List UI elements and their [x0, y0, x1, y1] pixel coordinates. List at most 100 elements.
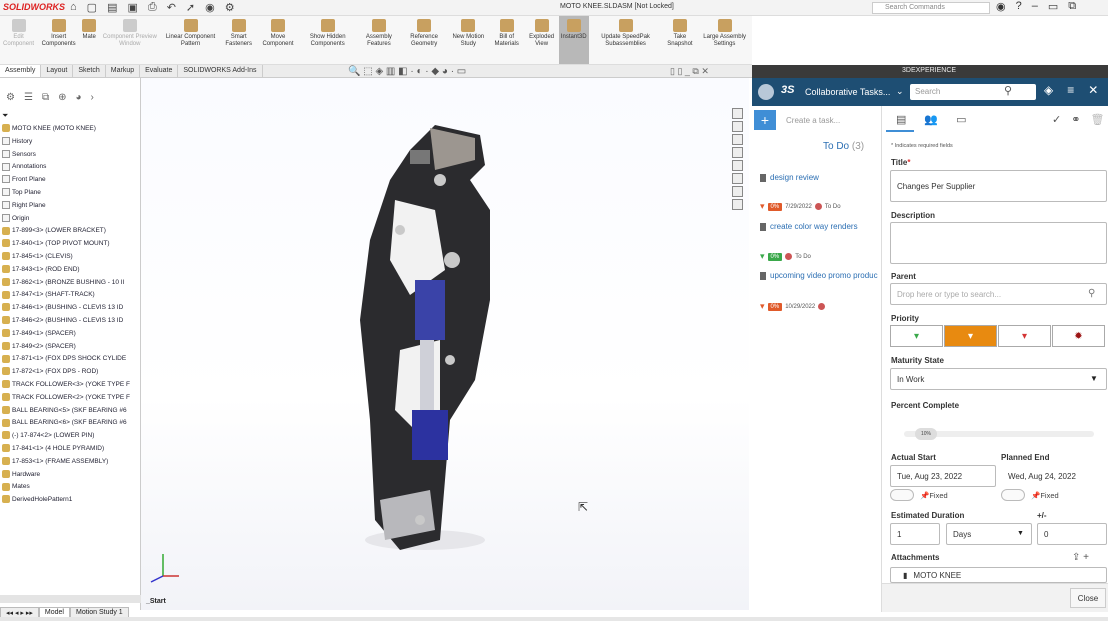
- tab-evaluate[interactable]: Evaluate: [140, 65, 179, 77]
- save-icon[interactable]: ▣: [127, 1, 137, 14]
- tree-component[interactable]: 17-845<1> (CLEVIS): [2, 251, 140, 264]
- priority-medium-button[interactable]: ▾: [944, 325, 997, 347]
- open-file-icon[interactable]: ▤: [107, 1, 117, 14]
- tree-component[interactable]: 17-862<1> (BRONZE BUSHING - 10 II: [2, 277, 140, 290]
- tree-component[interactable]: 17-849<1> (SPACER): [2, 328, 140, 341]
- tree-plane[interactable]: Front Plane: [2, 174, 140, 187]
- tree-component[interactable]: (-) 17-874<2> (LOWER PIN): [2, 430, 140, 443]
- ribbon-button-move-component[interactable]: Move Component: [258, 16, 298, 64]
- close-button[interactable]: Close: [1070, 588, 1106, 608]
- display-manager-icon[interactable]: ◕: [75, 92, 81, 108]
- parent-search-icon[interactable]: ⚲: [1088, 288, 1095, 299]
- ribbon-button-assembly-features[interactable]: Assembly Features: [357, 16, 401, 64]
- todo-column-header[interactable]: To Do (3): [823, 141, 864, 152]
- actual-start-field[interactable]: Tue, Aug 23, 2022: [890, 465, 996, 487]
- ribbon-button-mate[interactable]: Mate: [80, 16, 98, 64]
- tree-component[interactable]: 17-847<1> (SHAFT-TRACK): [2, 289, 140, 302]
- menu-icon[interactable]: ≡: [1067, 83, 1074, 97]
- ribbon-button-take-snapshot[interactable]: Take Snapshot: [663, 16, 698, 64]
- tree-component[interactable]: 17-840<1> (TOP PIVOT MOUNT): [2, 238, 140, 251]
- filter-icon[interactable]: ⏷: [2, 111, 8, 121]
- restore-icon[interactable]: ▭: [1048, 0, 1058, 13]
- file-explorer-icon[interactable]: [732, 160, 743, 171]
- property-manager-icon[interactable]: ☰: [24, 92, 33, 108]
- chevron-down-icon[interactable]: ▼: [1090, 374, 1098, 383]
- ribbon-button-large-assembly-settings[interactable]: Large Assembly Settings: [697, 16, 752, 64]
- tree-component[interactable]: 17-899<3> (LOWER BRACKET): [2, 225, 140, 238]
- tree-component[interactable]: 17-872<1> (FOX DPS - ROD): [2, 366, 140, 379]
- duration-input[interactable]: 1: [890, 523, 940, 545]
- ribbon-button-edit-component[interactable]: Edit Component: [0, 16, 37, 64]
- tree-plane[interactable]: Right Plane: [2, 200, 140, 213]
- plusminus-input[interactable]: 0: [1037, 523, 1107, 545]
- tree-component[interactable]: BALL BEARING<5> (SKF BEARING #6: [2, 405, 140, 418]
- tab-markup[interactable]: Markup: [106, 65, 141, 77]
- avatar[interactable]: [785, 253, 793, 260]
- minimize-icon[interactable]: –: [1032, 0, 1038, 13]
- tree-plane[interactable]: Origin: [2, 213, 140, 226]
- custom-properties-icon[interactable]: [732, 199, 743, 210]
- moto-knee-model[interactable]: [340, 120, 500, 555]
- check-icon[interactable]: ✓: [1052, 113, 1061, 126]
- tree-component[interactable]: 17-846<1> (BUSHING - CLEVIS 13 ID: [2, 302, 140, 315]
- appearances-icon[interactable]: [732, 186, 743, 197]
- tree-component[interactable]: 17-841<1> (4 HOLE PYRAMID): [2, 443, 140, 456]
- tab-assembly[interactable]: Assembly: [0, 65, 42, 77]
- planned-end-field[interactable]: Wed, Aug 24, 2022: [1001, 465, 1107, 487]
- help-icon[interactable]: ?: [1016, 0, 1022, 13]
- expand-arrow-icon[interactable]: ›: [91, 92, 94, 108]
- resources-tab-icon[interactable]: [732, 134, 743, 145]
- select-icon[interactable]: ➚: [186, 1, 195, 14]
- tree-component[interactable]: 17-846<2> (BUSHING - CLEVIS 13 ID: [2, 315, 140, 328]
- tree-component[interactable]: 17-871<1> (FOX DPS SHOCK CYLIDE: [2, 353, 140, 366]
- compass-icon[interactable]: [758, 84, 774, 100]
- print-icon[interactable]: ⎙: [148, 1, 157, 14]
- chevron-down-icon[interactable]: ⌄: [896, 86, 904, 97]
- solidworks-logo[interactable]: SOLIDWORKS: [3, 2, 65, 12]
- add-task-button[interactable]: +: [754, 110, 776, 130]
- properties-tab-icon[interactable]: ▤: [896, 113, 906, 126]
- tree-folder[interactable]: History: [2, 136, 140, 149]
- actual-start-fixed-toggle[interactable]: [890, 489, 914, 501]
- discussion-tab-icon[interactable]: ▭: [956, 113, 966, 126]
- avatar[interactable]: [818, 303, 826, 310]
- viewport-window-controls[interactable]: ▯ ▯ _ ⧉ ✕: [670, 66, 709, 77]
- search-icon[interactable]: ⚲: [1004, 84, 1012, 97]
- planned-end-fixed-toggle[interactable]: [1001, 489, 1025, 501]
- title-field[interactable]: Changes Per Supplier: [890, 170, 1107, 202]
- home-icon[interactable]: ⌂: [70, 1, 77, 14]
- add-icon[interactable]: +: [1083, 552, 1089, 563]
- rebuild-icon[interactable]: ◉: [205, 1, 215, 14]
- tree-scrollbar[interactable]: [0, 595, 141, 603]
- ribbon-button-smart-fasteners[interactable]: Smart Fasteners: [220, 16, 258, 64]
- new-file-icon[interactable]: ▢: [87, 1, 97, 14]
- dimxpert-icon[interactable]: ⊕: [58, 92, 66, 108]
- task-card[interactable]: create color way renders: [760, 222, 882, 231]
- tree-component[interactable]: Mates: [2, 481, 140, 494]
- tree-plane[interactable]: Top Plane: [2, 187, 140, 200]
- ribbon-button-insert-components[interactable]: Insert Components: [37, 16, 80, 64]
- priority-high-button[interactable]: ▾: [998, 325, 1051, 347]
- tree-component[interactable]: TRACK FOLLOWER<3> (YOKE TYPE F: [2, 379, 140, 392]
- heads-up-view-toolbar[interactable]: 🔍 ⬚ ◈ ▥ ◧ · ◐ · ◆ ◕ · ▭: [348, 66, 466, 77]
- ribbon-button-bill-of-materials[interactable]: Bill of Materials: [489, 16, 524, 64]
- maturity-select[interactable]: In Work: [890, 368, 1107, 390]
- link-icon[interactable]: ⚭: [1071, 113, 1080, 126]
- priority-low-button[interactable]: ▾: [890, 325, 943, 347]
- ribbon-button-instant3d[interactable]: Instant3D: [558, 16, 589, 64]
- feature-tree-icon[interactable]: ⚙: [6, 92, 15, 108]
- app-title[interactable]: Collaborative Tasks...: [805, 87, 890, 97]
- task-card[interactable]: upcoming video promo produc: [760, 271, 882, 280]
- design-library-icon[interactable]: [732, 147, 743, 158]
- chevron-down-icon[interactable]: ▼: [1017, 530, 1024, 537]
- ribbon-button-reference-geometry[interactable]: Reference Geometry: [401, 16, 448, 64]
- configuration-manager-icon[interactable]: ⧉: [42, 92, 49, 108]
- attachment-item[interactable]: ▮ MOTO KNEE: [890, 567, 1107, 583]
- search-commands-input[interactable]: Search Commands: [872, 2, 990, 14]
- parent-field[interactable]: Drop here or type to search...: [890, 283, 1107, 305]
- task-card[interactable]: design review: [760, 173, 882, 182]
- tree-component[interactable]: DerivedHolePattern1: [2, 494, 140, 507]
- 3dexperience-tab-icon[interactable]: [732, 108, 743, 119]
- tree-component[interactable]: TRACK FOLLOWER<2> (YOKE TYPE F: [2, 392, 140, 405]
- ribbon-button-linear-component-pattern[interactable]: Linear Component Pattern: [161, 16, 219, 64]
